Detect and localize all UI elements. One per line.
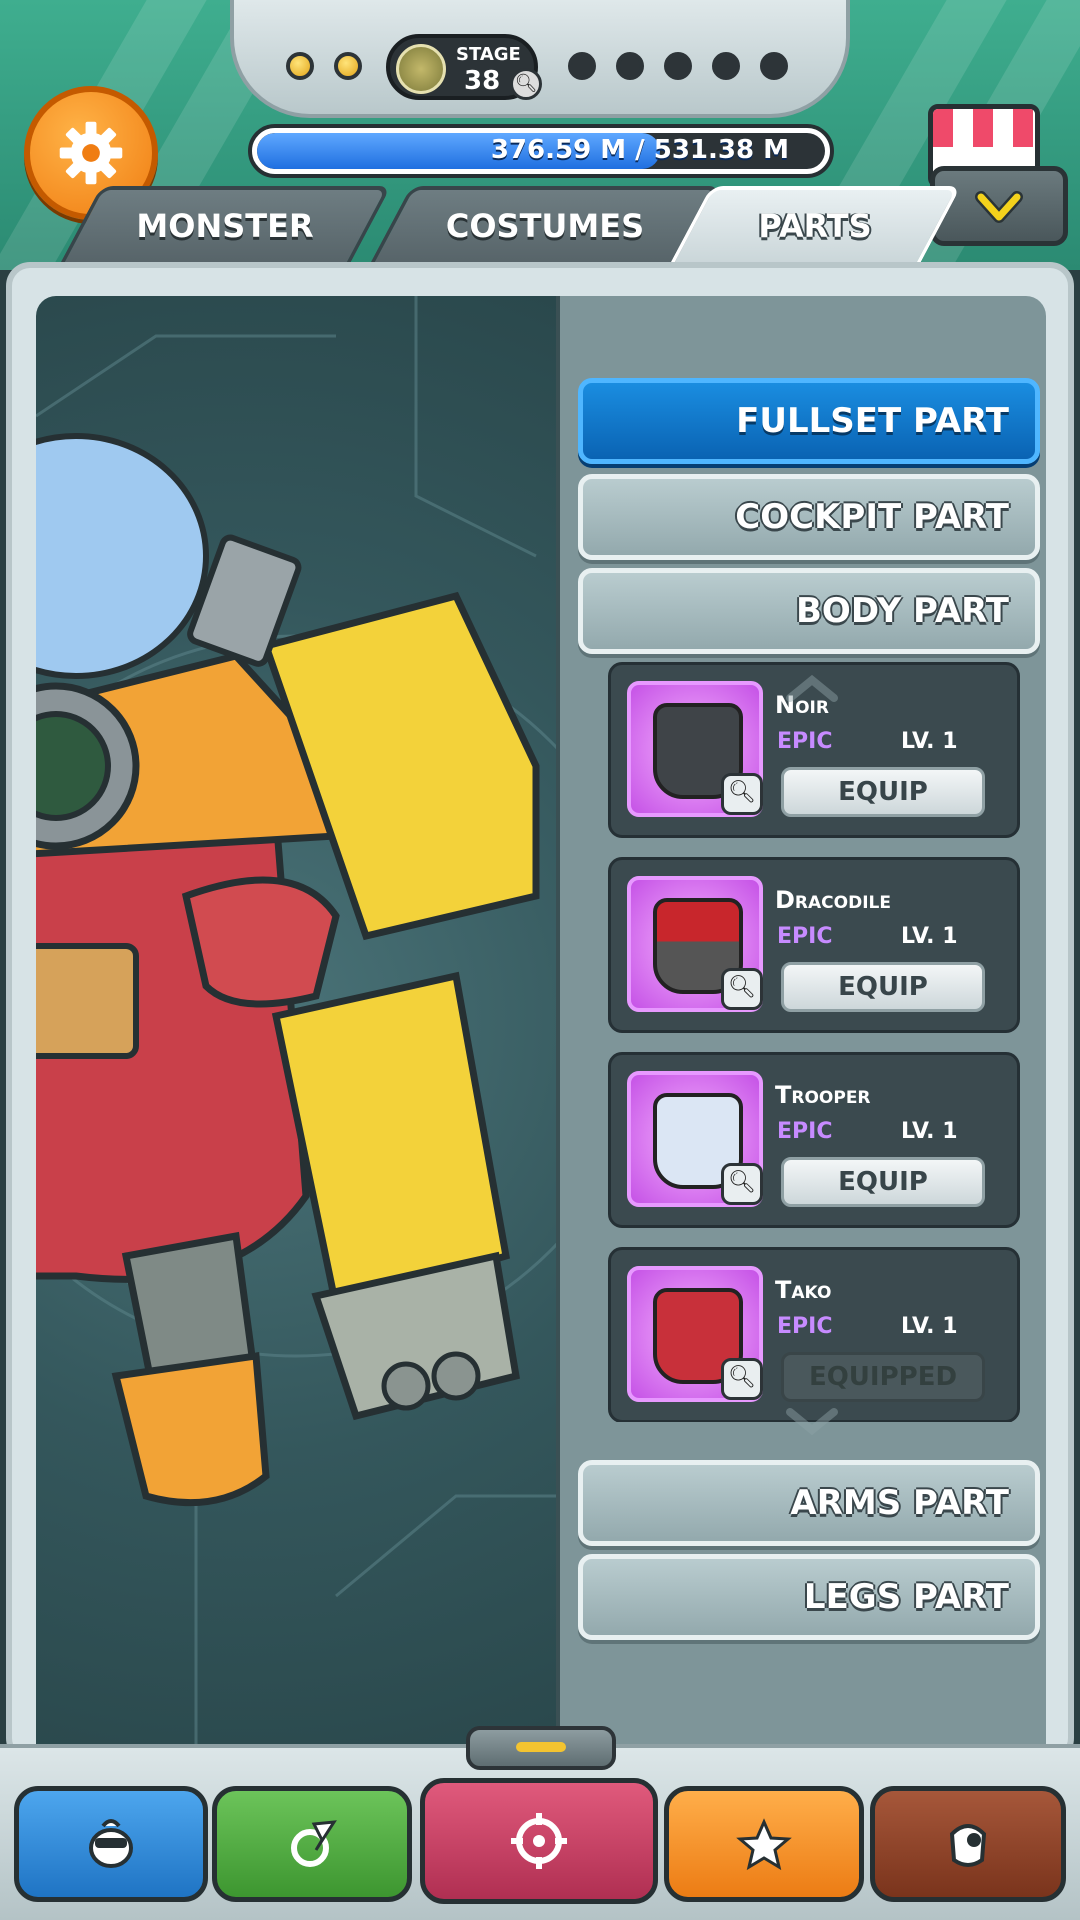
stage-progress-dot <box>334 52 362 80</box>
equip-button[interactable]: EQUIP <box>781 1157 985 1207</box>
magnifier-icon[interactable]: 🔍︎ <box>721 1163 763 1205</box>
tab-label: PARTS <box>758 207 872 245</box>
stage-plate <box>230 0 850 118</box>
category-arms-part[interactable]: ARMS PART <box>578 1460 1040 1546</box>
equip-button[interactable]: EQUIP <box>781 767 985 817</box>
magnifier-icon[interactable]: 🔍︎ <box>510 68 542 100</box>
nav-favorites-button[interactable] <box>664 1786 864 1902</box>
part-rarity: EPIC <box>777 1119 833 1144</box>
star-icon <box>736 1818 792 1871</box>
magnifier-icon[interactable]: 🔍︎ <box>721 968 763 1010</box>
part-rarity: EPIC <box>777 729 833 754</box>
drawer-handle[interactable] <box>466 1726 616 1770</box>
nav-skill-button[interactable] <box>212 1786 412 1902</box>
gear-icon <box>59 121 123 185</box>
stage-label: STAGE <box>456 44 521 65</box>
equipped-button: EQUIPPED <box>781 1352 985 1402</box>
stage-progress-dot <box>568 52 596 80</box>
category-cockpit-part[interactable]: COCKPIT PART <box>578 474 1040 560</box>
part-rarity: EPIC <box>777 1314 833 1339</box>
penguin-icon <box>89 1819 133 1868</box>
category-label: FULLSET PART <box>736 401 1009 441</box>
magnifier-icon[interactable]: 🔍︎ <box>721 1358 763 1400</box>
stage-progress-dot <box>286 52 314 80</box>
category-label: COCKPIT PART <box>735 497 1009 537</box>
collapse-button[interactable] <box>930 166 1068 246</box>
tab-monster[interactable]: MONSTER <box>58 186 392 266</box>
target-icon <box>511 1813 567 1869</box>
category-label: ARMS PART <box>790 1483 1009 1523</box>
stage-progress-dot <box>664 52 692 80</box>
part-name: Trooper <box>775 1081 871 1109</box>
part-level: LV. 1 <box>901 1314 958 1339</box>
part-name: Tako <box>775 1276 832 1304</box>
part-name: Dracodile <box>775 886 891 914</box>
scroll-up-icon[interactable] <box>784 674 840 702</box>
stage-progress-dot <box>760 52 788 80</box>
list-item[interactable]: 🔍︎ Tako EPIC LV. 1 EQUIPPED <box>608 1247 1020 1422</box>
tab-label: MONSTER <box>136 207 314 245</box>
monster-viewer[interactable] <box>36 296 560 1746</box>
chevron-down-icon <box>975 191 1023 223</box>
category-body-part[interactable]: BODY PART <box>578 568 1040 654</box>
equip-button[interactable]: EQUIP <box>781 962 985 1012</box>
scroll-down-icon[interactable] <box>784 1408 840 1436</box>
category-fullset-part[interactable]: FULLSET PART <box>578 378 1040 464</box>
category-label: BODY PART <box>796 591 1009 631</box>
part-level: LV. 1 <box>901 1119 958 1144</box>
nav-battle-button[interactable] <box>420 1778 658 1904</box>
body-part-list[interactable]: 🔍︎ Noir EPIC LV. 1 EQUIP 🔍︎ Dracodile EP… <box>606 660 1020 1422</box>
part-level: LV. 1 <box>901 729 958 754</box>
stage-progress-dot <box>616 52 644 80</box>
tab-costumes[interactable]: COSTUMES <box>368 186 722 266</box>
shop-icon <box>933 109 1035 147</box>
nav-monster-button[interactable] <box>14 1786 208 1902</box>
list-item[interactable]: 🔍︎ Dracodile EPIC LV. 1 EQUIP <box>608 857 1020 1033</box>
stage-indicator[interactable]: STAGE 38 🔍︎ <box>386 34 542 100</box>
hp-text: 376.59 M / 531.38 M <box>491 135 789 165</box>
slash-icon <box>291 1820 337 1867</box>
hp-separator: / <box>635 135 645 165</box>
list-item[interactable]: 🔍︎ Trooper EPIC LV. 1 EQUIP <box>608 1052 1020 1228</box>
stage-boss-icon <box>396 44 446 94</box>
mask-icon <box>949 1824 987 1867</box>
category-label: LEGS PART <box>803 1577 1009 1617</box>
category-legs-part[interactable]: LEGS PART <box>578 1554 1040 1640</box>
part-rarity: EPIC <box>777 924 833 949</box>
tab-parts[interactable]: PARTS <box>668 186 962 266</box>
nav-profile-button[interactable] <box>870 1786 1066 1902</box>
boss-hp-bar: 376.59 M / 531.38 M <box>248 124 834 178</box>
tab-label: COSTUMES <box>445 207 645 245</box>
stage-number: 38 <box>464 66 501 96</box>
hp-current: 376.59 M <box>490 135 627 165</box>
magnifier-icon[interactable]: 🔍︎ <box>721 773 763 815</box>
monster-illustration <box>36 296 560 1746</box>
part-level: LV. 1 <box>901 924 958 949</box>
stage-progress-dot <box>712 52 740 80</box>
hp-max: 531.38 M <box>653 135 789 165</box>
